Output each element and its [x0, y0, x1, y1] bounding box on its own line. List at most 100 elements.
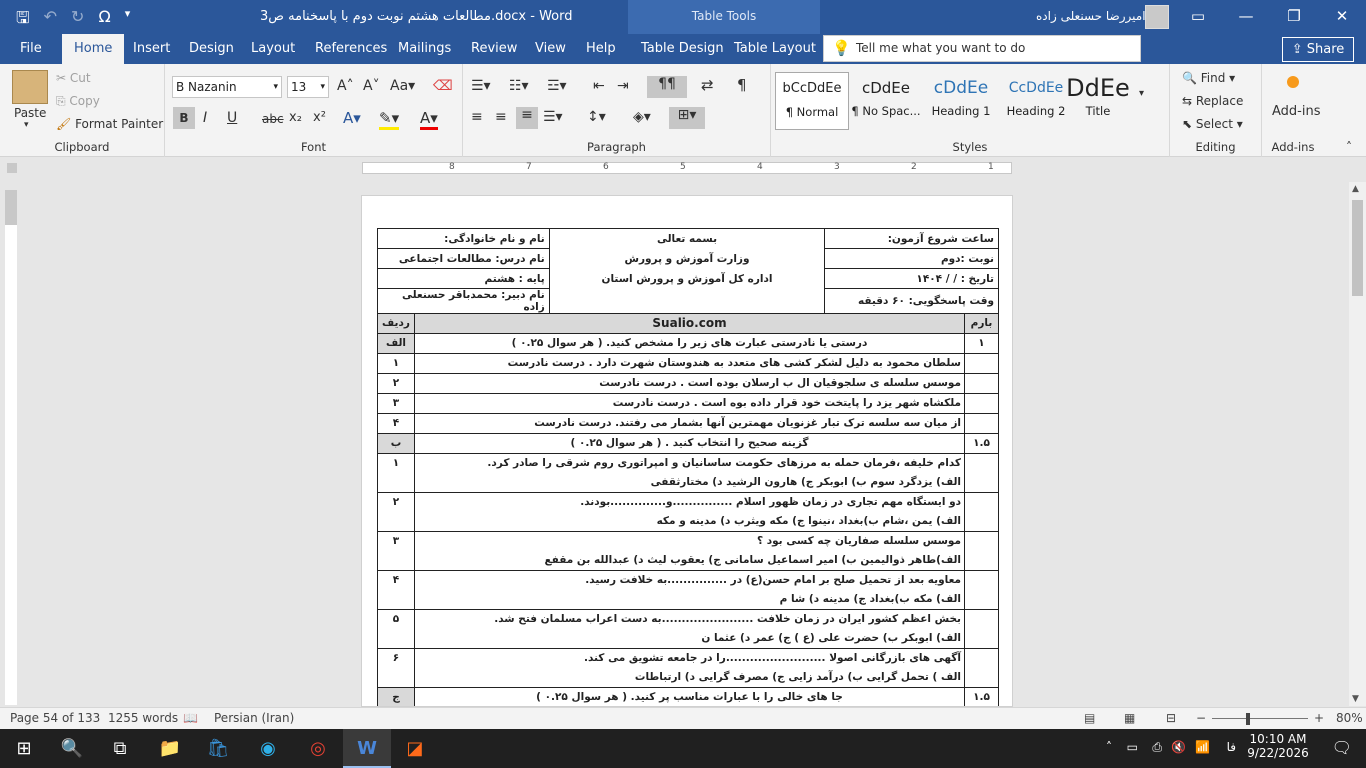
header-cell[interactable]: نام درس: مطالعات اجتماعی	[377, 248, 550, 269]
text-effects-icon[interactable]: A▾	[343, 109, 361, 127]
app-icon[interactable]: ◪	[391, 729, 439, 768]
tab-table-layout[interactable]: Table Layout	[726, 34, 824, 64]
minimize-icon[interactable]: —	[1222, 0, 1270, 34]
question-text[interactable]: کدام خلیفه ،فرمان حمله به مرزهای حکومت س…	[418, 454, 961, 473]
tab-table-design[interactable]: Table Design	[633, 34, 732, 64]
numbering-icon[interactable]: ☷▾	[509, 78, 529, 94]
save-icon[interactable]: 🖫	[16, 7, 30, 34]
battery-icon[interactable]: ▭	[1127, 740, 1138, 754]
question-options[interactable]: الف)طاهر ذوالیمین ب) امیر اسماعیل سامانی…	[418, 551, 961, 570]
task-view-icon[interactable]: ⧉	[96, 729, 144, 768]
styles-more-icon[interactable]: ▾	[1139, 88, 1144, 99]
section-letter[interactable]: الف	[377, 333, 415, 354]
tab-design[interactable]: Design	[181, 34, 242, 64]
tell-me-search[interactable]: 💡 Tell me what you want to do	[823, 35, 1141, 62]
undo-icon[interactable]: ↶	[44, 7, 57, 34]
question-mark-cell[interactable]	[964, 353, 999, 374]
avatar[interactable]	[1145, 5, 1169, 29]
rtl-direction-icon[interactable]: ¶¶	[647, 76, 687, 98]
tab-mailings[interactable]: Mailings	[390, 34, 459, 64]
zoom-slider-thumb[interactable]	[1246, 713, 1250, 725]
question-options[interactable]: الف) مکه ب)بغداد ج) مدینه د) شا م	[418, 590, 961, 609]
question-text[interactable]: بخش اعظم کشور ایران در زمان خلافت ......…	[418, 610, 961, 629]
italic-button[interactable]: I	[203, 110, 207, 126]
header-cell[interactable]: پایه : هشتم	[377, 268, 550, 289]
align-center-icon[interactable]: ≡	[495, 109, 507, 125]
language-indicator[interactable]: فا	[1227, 740, 1236, 754]
section-title[interactable]: گزینه صحیح را انتخاب کنید . ( هر سوال ۰.…	[414, 433, 965, 454]
maximize-icon[interactable]: ❐	[1270, 0, 1318, 34]
word-count[interactable]: 1255 words	[108, 711, 178, 725]
question-mark-cell[interactable]	[964, 570, 999, 610]
question-number[interactable]: ۱	[377, 353, 415, 374]
question-number[interactable]: ۶	[377, 648, 415, 688]
question-options[interactable]: الف) یزدگرد سوم ب) ابوبکر ج) هارون الرشی…	[418, 473, 961, 492]
increase-indent-icon[interactable]: ⇥	[617, 78, 629, 94]
change-case-icon[interactable]: Aa▾	[390, 78, 415, 94]
borders-icon[interactable]: ⊞▾	[669, 107, 705, 129]
highlight-icon[interactable]: ✎▾	[379, 109, 400, 130]
grow-font-icon[interactable]: A˄	[337, 78, 354, 94]
question-mark-cell[interactable]	[964, 609, 999, 649]
question-mark-cell[interactable]	[964, 531, 999, 571]
header-cell[interactable]: نوبت :دوم	[824, 248, 999, 269]
tab-selector-icon[interactable]	[7, 163, 17, 173]
notifications-icon[interactable]: 🗨	[1332, 738, 1352, 757]
header-cell[interactable]: وقت پاسخگویی: ۶۰ دقیقه	[824, 288, 999, 314]
question-number[interactable]: ۴	[377, 570, 415, 610]
multilevel-list-icon[interactable]: ☲▾	[547, 78, 567, 94]
style-heading-1[interactable]: cDdEe Heading 1	[924, 72, 998, 130]
question-cell[interactable]: بخش اعظم کشور ایران در زمان خلافت ......…	[414, 609, 965, 649]
vertical-ruler[interactable]	[5, 190, 17, 705]
clear-formatting-icon[interactable]: ⌫	[433, 78, 453, 94]
question-number[interactable]: ۲	[377, 492, 415, 532]
file-explorer-icon[interactable]: 📁	[146, 729, 194, 768]
question-mark-cell[interactable]	[964, 453, 999, 493]
question-text[interactable]: موسس سلسله ی سلجوقیان ال ب ارسلان بوده ا…	[418, 374, 961, 393]
question-text[interactable]: سلطان محمود به دلیل لشکر کشی های متعدد ب…	[418, 354, 961, 373]
question-mark-cell[interactable]	[964, 492, 999, 532]
horizontal-ruler[interactable]: 8 7 6 5 4 3 2 1	[0, 157, 1366, 179]
align-right-icon[interactable]: ≡	[516, 107, 538, 129]
section-mark[interactable]: ۱	[964, 333, 999, 354]
proofing-icon[interactable]: 📖	[183, 711, 198, 725]
scroll-down-icon[interactable]: ▼	[1352, 694, 1359, 704]
share-button[interactable]: ⇪ Share	[1282, 37, 1354, 62]
header-cell[interactable]: نام و نام خانوادگی:	[377, 228, 550, 249]
shrink-font-icon[interactable]: A˅	[363, 78, 380, 94]
addins-button[interactable]: Add-ins	[1272, 104, 1320, 119]
paste-button[interactable]: Paste	[14, 106, 46, 120]
section-letter[interactable]: ج	[377, 687, 415, 706]
question-mark-cell[interactable]	[964, 393, 999, 414]
section-mark[interactable]: ۱.۵	[964, 433, 999, 454]
question-mark-cell[interactable]	[964, 648, 999, 688]
word-icon[interactable]: W	[343, 729, 391, 768]
strikethrough-button[interactable]: abc	[262, 112, 284, 126]
question-text[interactable]: ملکشاه شهر یزد را پایتخت خود قرار داده ب…	[418, 394, 961, 413]
read-mode-icon[interactable]: ▤	[1084, 711, 1095, 725]
question-text[interactable]: دو ایستگاه مهم تجاری در زمان ظهور اسلام …	[418, 493, 961, 512]
select-button[interactable]: ⬉ Select ▾	[1182, 117, 1243, 131]
header-cell[interactable]: نام دبیر: محمدباقر حسنعلی زاده	[377, 288, 550, 314]
tab-insert[interactable]: Insert	[125, 34, 178, 64]
superscript-button[interactable]: x²	[313, 110, 326, 125]
subscript-button[interactable]: x₂	[289, 110, 302, 125]
page-count[interactable]: Page 54 of 133	[10, 711, 100, 725]
question-cell[interactable]: موسس سلسله صفاریان چه کسی بود ؟ الف)طاهر …	[414, 531, 965, 571]
question-text[interactable]: آگهی های بازرگانی اصولا ................…	[418, 649, 961, 668]
question-cell[interactable]: سلطان محمود به دلیل لشکر کشی های متعدد ب…	[414, 353, 965, 374]
format-painter-button[interactable]: 🖌 Format Painter	[56, 117, 163, 131]
paste-icon[interactable]	[12, 70, 48, 104]
line-spacing-icon[interactable]: ↕▾	[587, 109, 606, 125]
question-number[interactable]: ۴	[377, 413, 415, 434]
customize-qat-icon[interactable]: ▾	[125, 7, 131, 34]
document-page[interactable]: نام و نام خانوادگی: بسمه تعالی وزارت آمو…	[361, 195, 1013, 707]
language[interactable]: Persian (Iran)	[214, 711, 294, 725]
close-icon[interactable]: ✕	[1318, 0, 1366, 34]
decrease-indent-icon[interactable]: ⇤	[593, 78, 605, 94]
question-text[interactable]: موسس سلسله صفاریان چه کسی بود ؟	[418, 532, 961, 551]
meet-icon[interactable]: ⎙	[1152, 740, 1162, 755]
tab-home[interactable]: Home	[62, 34, 125, 64]
user-name[interactable]: امیررضا حسنعلی زاده	[1036, 9, 1146, 23]
ltr-direction-icon[interactable]: ⇄	[701, 76, 714, 94]
